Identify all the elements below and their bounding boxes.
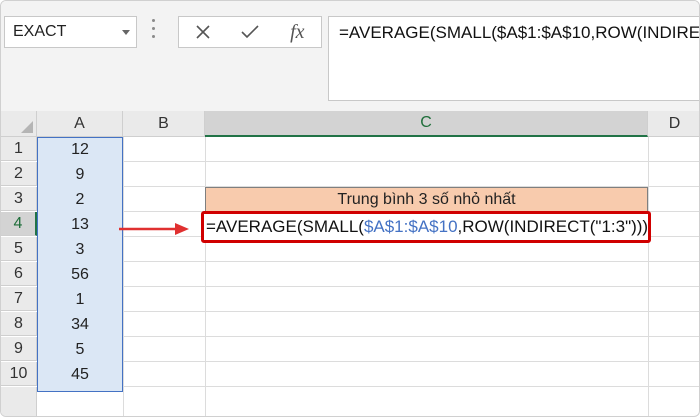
name-box[interactable]: EXACT	[4, 16, 137, 48]
row-header-1[interactable]: 1	[1, 137, 37, 161]
row-header-2[interactable]: 2	[1, 162, 37, 186]
check-icon	[241, 25, 259, 39]
row-header-3[interactable]: 3	[1, 187, 37, 211]
gridline	[37, 361, 699, 362]
gridline	[123, 137, 124, 416]
column-header-a[interactable]: A	[37, 111, 123, 137]
row-header-5[interactable]: 5	[1, 237, 37, 261]
gridline	[37, 336, 699, 337]
cell-c4-editing[interactable]: =AVERAGE(SMALL($A$1:$A$10 ,ROW(INDIRECT("…	[201, 211, 651, 243]
row-header-4[interactable]: 4	[1, 212, 37, 236]
gridline	[37, 161, 699, 162]
gridline	[205, 137, 206, 416]
drag-handle-icon[interactable]	[151, 19, 157, 45]
name-box-value: EXACT	[13, 23, 67, 40]
chevron-down-icon[interactable]	[122, 30, 130, 35]
row-header-8[interactable]: 8	[1, 312, 37, 336]
select-all-corner[interactable]	[1, 111, 37, 137]
close-icon	[196, 25, 210, 39]
row-header-10[interactable]: 10	[1, 362, 37, 386]
gridline	[37, 286, 699, 287]
gridline	[648, 137, 649, 416]
cancel-button[interactable]	[188, 17, 218, 47]
row-header-11[interactable]	[1, 387, 37, 416]
insert-function-button[interactable]: fx	[282, 17, 312, 47]
row-header-7[interactable]: 7	[1, 287, 37, 311]
row-header-9[interactable]: 9	[1, 337, 37, 361]
formula-string-literal: "1:3"	[595, 217, 632, 236]
arrow-right-icon	[119, 223, 189, 235]
enter-button[interactable]	[235, 17, 265, 47]
gridline	[37, 386, 699, 387]
formula-bar-area: EXACT fx =AVERAGE(SMALL($A$1:$A$10,ROW(I…	[1, 1, 699, 111]
formula-part: ,ROW(INDIRECT(	[457, 217, 596, 236]
formula-range-reference: $A$1:$A$10	[363, 217, 458, 236]
row-header-6[interactable]: 6	[1, 262, 37, 286]
formula-buttons: fx	[178, 16, 322, 48]
gridline	[37, 311, 699, 312]
column-header-b[interactable]: B	[123, 111, 205, 137]
formula-part: =AVERAGE(SMALL(	[206, 217, 364, 236]
formula-input[interactable]: =AVERAGE(SMALL($A$1:$A$10,ROW(INDIRECT(	[328, 16, 699, 101]
gridline	[37, 261, 699, 262]
excel-window: EXACT fx =AVERAGE(SMALL($A$1:$A$10,ROW(I…	[0, 0, 700, 417]
column-header-c[interactable]: C	[205, 111, 648, 137]
range-border	[37, 137, 123, 392]
column-header-d[interactable]: D	[648, 111, 699, 137]
formula-part: ))))	[631, 217, 649, 236]
cell-c3[interactable]: Trung bình 3 số nhỏ nhất	[205, 187, 648, 212]
